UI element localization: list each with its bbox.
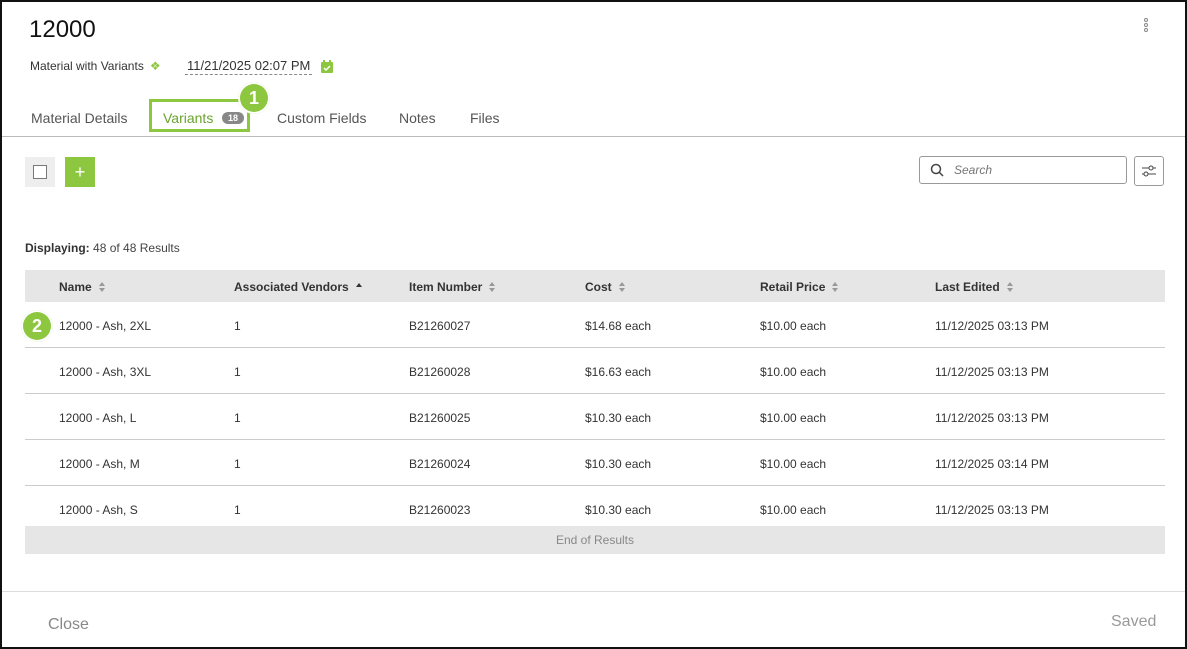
cell-cost: $14.68 each	[585, 319, 652, 333]
cell-vendors: 1	[234, 319, 241, 333]
tab-variants-label: Variants	[163, 110, 214, 126]
cell-last-edited: 11/12/2025 03:13 PM	[935, 411, 1049, 425]
date-field[interactable]: 11/21/2025 02:07 PM	[185, 58, 313, 75]
search-input[interactable]	[952, 162, 1116, 178]
diamond-icon: ❖	[149, 59, 161, 73]
table-header: Name Associated Vendors Item Number Cost…	[25, 270, 1165, 302]
column-header-retail-price[interactable]: Retail Price	[760, 280, 839, 294]
calendar-check-icon[interactable]	[321, 60, 333, 73]
cell-item-number: B21260027	[409, 319, 471, 333]
table-row[interactable]: 12000 - Ash, L 1 B21260025 $10.30 each $…	[25, 394, 1165, 440]
results-count: Displaying: 48 of 48 Results	[25, 241, 180, 255]
tab-files[interactable]: Files	[470, 110, 500, 126]
tab-material-details[interactable]: Material Details	[31, 110, 127, 126]
search-icon	[930, 163, 944, 177]
column-header-last-edited[interactable]: Last Edited	[935, 280, 1014, 294]
cell-item-number: B21260028	[409, 365, 471, 379]
end-of-results: End of Results	[25, 526, 1165, 554]
variants-dialog: 12000 Material with Variants ❖ 11/21/202…	[0, 0, 1187, 649]
sort-icon	[489, 282, 496, 292]
column-header-associated-vendors[interactable]: Associated Vendors	[234, 280, 363, 294]
filter-settings-button[interactable]	[1134, 156, 1164, 186]
cell-vendors: 1	[234, 457, 241, 471]
results-count-text: 48 of 48 Results	[93, 241, 180, 255]
table-row[interactable]: 12000 - Ash, 2XL 1 B21260027 $14.68 each…	[25, 302, 1165, 348]
cell-cost: $10.30 each	[585, 411, 652, 425]
sort-ascending-icon	[355, 283, 362, 287]
table-row[interactable]: 12000 - Ash, S 1 B21260023 $10.30 each $…	[25, 486, 1165, 531]
page-title: 12000	[29, 16, 96, 43]
cell-name: 12000 - Ash, 3XL	[59, 365, 152, 379]
more-options-icon[interactable]	[1140, 18, 1152, 40]
sort-icon	[618, 282, 625, 292]
cell-retail-price: $10.00 each	[760, 457, 827, 471]
callout-marker-1: 1	[238, 82, 270, 114]
tab-notes[interactable]: Notes	[399, 110, 436, 126]
column-header-item-number[interactable]: Item Number	[409, 280, 496, 294]
tab-bar: Material Details Variants 18 Custom Fiel…	[2, 97, 1185, 137]
cell-last-edited: 11/12/2025 03:14 PM	[935, 457, 1049, 471]
cell-vendors: 1	[234, 365, 241, 379]
dialog-footer: Close Saved	[2, 591, 1185, 647]
save-status: Saved	[1111, 613, 1157, 630]
cell-item-number: B21260023	[409, 503, 471, 517]
cell-retail-price: $10.00 each	[760, 365, 827, 379]
cell-last-edited: 11/12/2025 03:13 PM	[935, 319, 1049, 333]
cell-retail-price: $10.00 each	[760, 411, 827, 425]
variants-count-badge: 18	[222, 112, 245, 124]
material-type-label: Material with Variants	[30, 59, 144, 73]
sliders-icon	[1142, 165, 1156, 177]
cell-name: 12000 - Ash, S	[59, 503, 138, 517]
table-row[interactable]: 12000 - Ash, 3XL 1 B21260028 $16.63 each…	[25, 348, 1165, 394]
cell-item-number: B21260024	[409, 457, 471, 471]
cell-cost: $10.30 each	[585, 503, 652, 517]
cell-name: 12000 - Ash, L	[59, 411, 137, 425]
select-all-checkbox[interactable]	[25, 157, 55, 187]
cell-retail-price: $10.00 each	[760, 503, 827, 517]
sort-icon	[832, 282, 839, 292]
cell-item-number: B21260025	[409, 411, 471, 425]
cell-retail-price: $10.00 each	[760, 319, 827, 333]
table-row[interactable]: 12000 - Ash, M 1 B21260024 $10.30 each $…	[25, 440, 1165, 486]
sort-icon	[1006, 282, 1013, 292]
sort-icon	[98, 282, 105, 292]
cell-last-edited: 11/12/2025 03:13 PM	[935, 365, 1049, 379]
cell-vendors: 1	[234, 503, 241, 517]
material-type: Material with Variants ❖	[30, 59, 161, 73]
tab-custom-fields[interactable]: Custom Fields	[277, 110, 366, 126]
results-count-prefix: Displaying:	[25, 241, 90, 255]
cell-vendors: 1	[234, 411, 241, 425]
cell-name: 12000 - Ash, M	[59, 457, 140, 471]
column-header-cost[interactable]: Cost	[585, 280, 626, 294]
close-button[interactable]: Close	[48, 616, 89, 634]
tab-variants[interactable]: Variants 18	[149, 99, 250, 132]
cell-cost: $10.30 each	[585, 457, 652, 471]
add-variant-button[interactable]: +	[65, 157, 95, 187]
variants-table: Name Associated Vendors Item Number Cost…	[25, 270, 1165, 559]
cell-cost: $16.63 each	[585, 365, 652, 379]
column-header-name[interactable]: Name	[59, 280, 106, 294]
search-box[interactable]	[919, 156, 1127, 184]
cell-last-edited: 11/12/2025 03:13 PM	[935, 503, 1049, 517]
cell-name: 12000 - Ash, 2XL	[59, 319, 152, 333]
callout-marker-2: 2	[21, 310, 53, 342]
